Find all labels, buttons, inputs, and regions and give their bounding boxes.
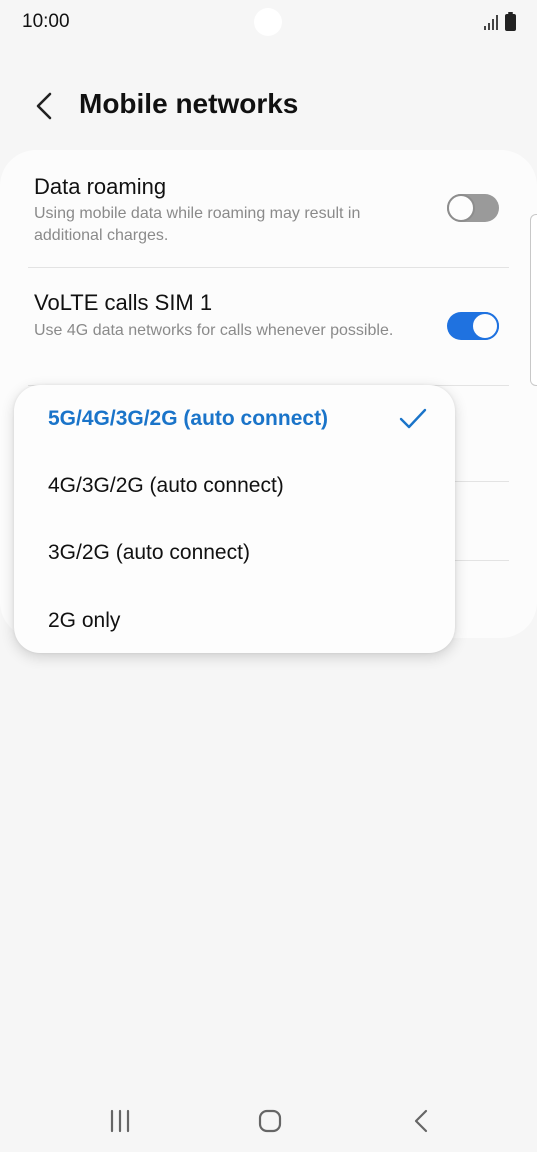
recent-apps-button[interactable] xyxy=(100,1106,140,1136)
page-title: Mobile networks xyxy=(79,88,299,119)
setting-summary: Using mobile data while roaming may resu… xyxy=(34,205,361,244)
battery-icon xyxy=(505,12,516,31)
status-time: 10:00 xyxy=(22,11,70,32)
network-mode-dropdown: 5G/4G/3G/2G (auto connect) 4G/3G/2G (aut… xyxy=(14,385,455,653)
data-roaming-toggle[interactable] xyxy=(447,194,499,222)
back-arrow-icon xyxy=(36,92,52,120)
status-bar: 10:00 xyxy=(0,0,537,46)
camera-cutout xyxy=(254,8,282,36)
option-label: 2G only xyxy=(48,609,121,632)
volte-toggle[interactable] xyxy=(447,312,499,340)
setting-title: VoLTE calls SIM 1 xyxy=(34,290,213,315)
scroll-indicator[interactable] xyxy=(530,214,537,386)
setting-summary: Use 4G data networks for calls whenever … xyxy=(34,322,394,339)
system-nav-bar xyxy=(0,1090,537,1152)
setting-title: Data roaming xyxy=(34,174,167,199)
back-icon xyxy=(414,1109,428,1133)
recent-apps-icon xyxy=(110,1109,130,1133)
option-label: 3G/2G (auto connect) xyxy=(48,541,250,564)
network-mode-option[interactable]: 5G/4G/3G/2G (auto connect) xyxy=(14,387,455,451)
option-label: 5G/4G/3G/2G (auto connect) xyxy=(48,407,329,430)
home-button[interactable] xyxy=(250,1106,290,1136)
network-mode-option[interactable]: 3G/2G (auto connect) xyxy=(14,521,455,585)
network-mode-option[interactable]: 2G only xyxy=(14,589,455,653)
setting-volte-calls[interactable]: VoLTE calls SIM 1 Use 4G data networks f… xyxy=(0,268,537,385)
home-icon xyxy=(258,1109,282,1133)
signal-icon xyxy=(484,15,498,30)
nav-back-button[interactable] xyxy=(400,1106,440,1136)
app-header: Mobile networks xyxy=(0,72,537,140)
network-mode-option[interactable]: 4G/3G/2G (auto connect) xyxy=(14,454,455,518)
option-label: 4G/3G/2G (auto connect) xyxy=(48,474,284,497)
back-button[interactable] xyxy=(24,86,64,126)
checkmark-icon xyxy=(399,408,427,429)
setting-data-roaming[interactable]: Data roaming Using mobile data while roa… xyxy=(0,150,537,268)
